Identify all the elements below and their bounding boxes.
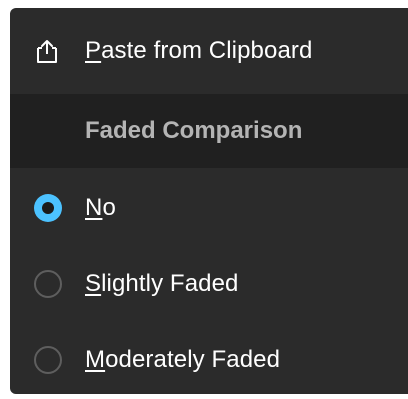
option-moderately-faded-text: oderately Faded xyxy=(105,346,281,373)
paste-label-text: aste from Clipboard xyxy=(101,37,313,64)
option-slightly-faded-label: Slightly Faded xyxy=(85,270,239,298)
option-moderately-faded-accelerator: M xyxy=(85,346,106,373)
radio-slot xyxy=(10,170,85,246)
radio-checked-icon[interactable] xyxy=(33,194,62,222)
paste-from-clipboard-label: Paste from Clipboard xyxy=(85,37,312,65)
radio-slot xyxy=(10,322,85,394)
option-no-text: o xyxy=(102,194,116,221)
option-slightly-faded-accelerator: S xyxy=(85,270,102,297)
radio-unchecked-icon[interactable] xyxy=(33,270,62,298)
option-slightly-faded[interactable]: Slightly Faded xyxy=(10,246,408,322)
paste-accelerator-key: P xyxy=(85,37,102,64)
option-no[interactable]: No xyxy=(10,170,408,246)
context-menu: Paste from Clipboard Faded Comparison No… xyxy=(10,8,408,394)
option-no-label: No xyxy=(85,194,116,222)
radio-unchecked-icon[interactable] xyxy=(33,346,62,374)
option-moderately-faded-label: Moderately Faded xyxy=(85,346,280,374)
option-slightly-faded-text: lightly Faded xyxy=(101,270,239,297)
section-header-faded-comparison: Faded Comparison xyxy=(10,94,408,168)
radio-slot xyxy=(10,246,85,322)
paste-icon xyxy=(10,8,85,94)
radio-dot xyxy=(41,202,54,214)
option-moderately-faded[interactable]: Moderately Faded xyxy=(10,322,408,394)
paste-from-clipboard-item[interactable]: Paste from Clipboard xyxy=(10,8,408,94)
option-no-accelerator: N xyxy=(85,194,103,221)
